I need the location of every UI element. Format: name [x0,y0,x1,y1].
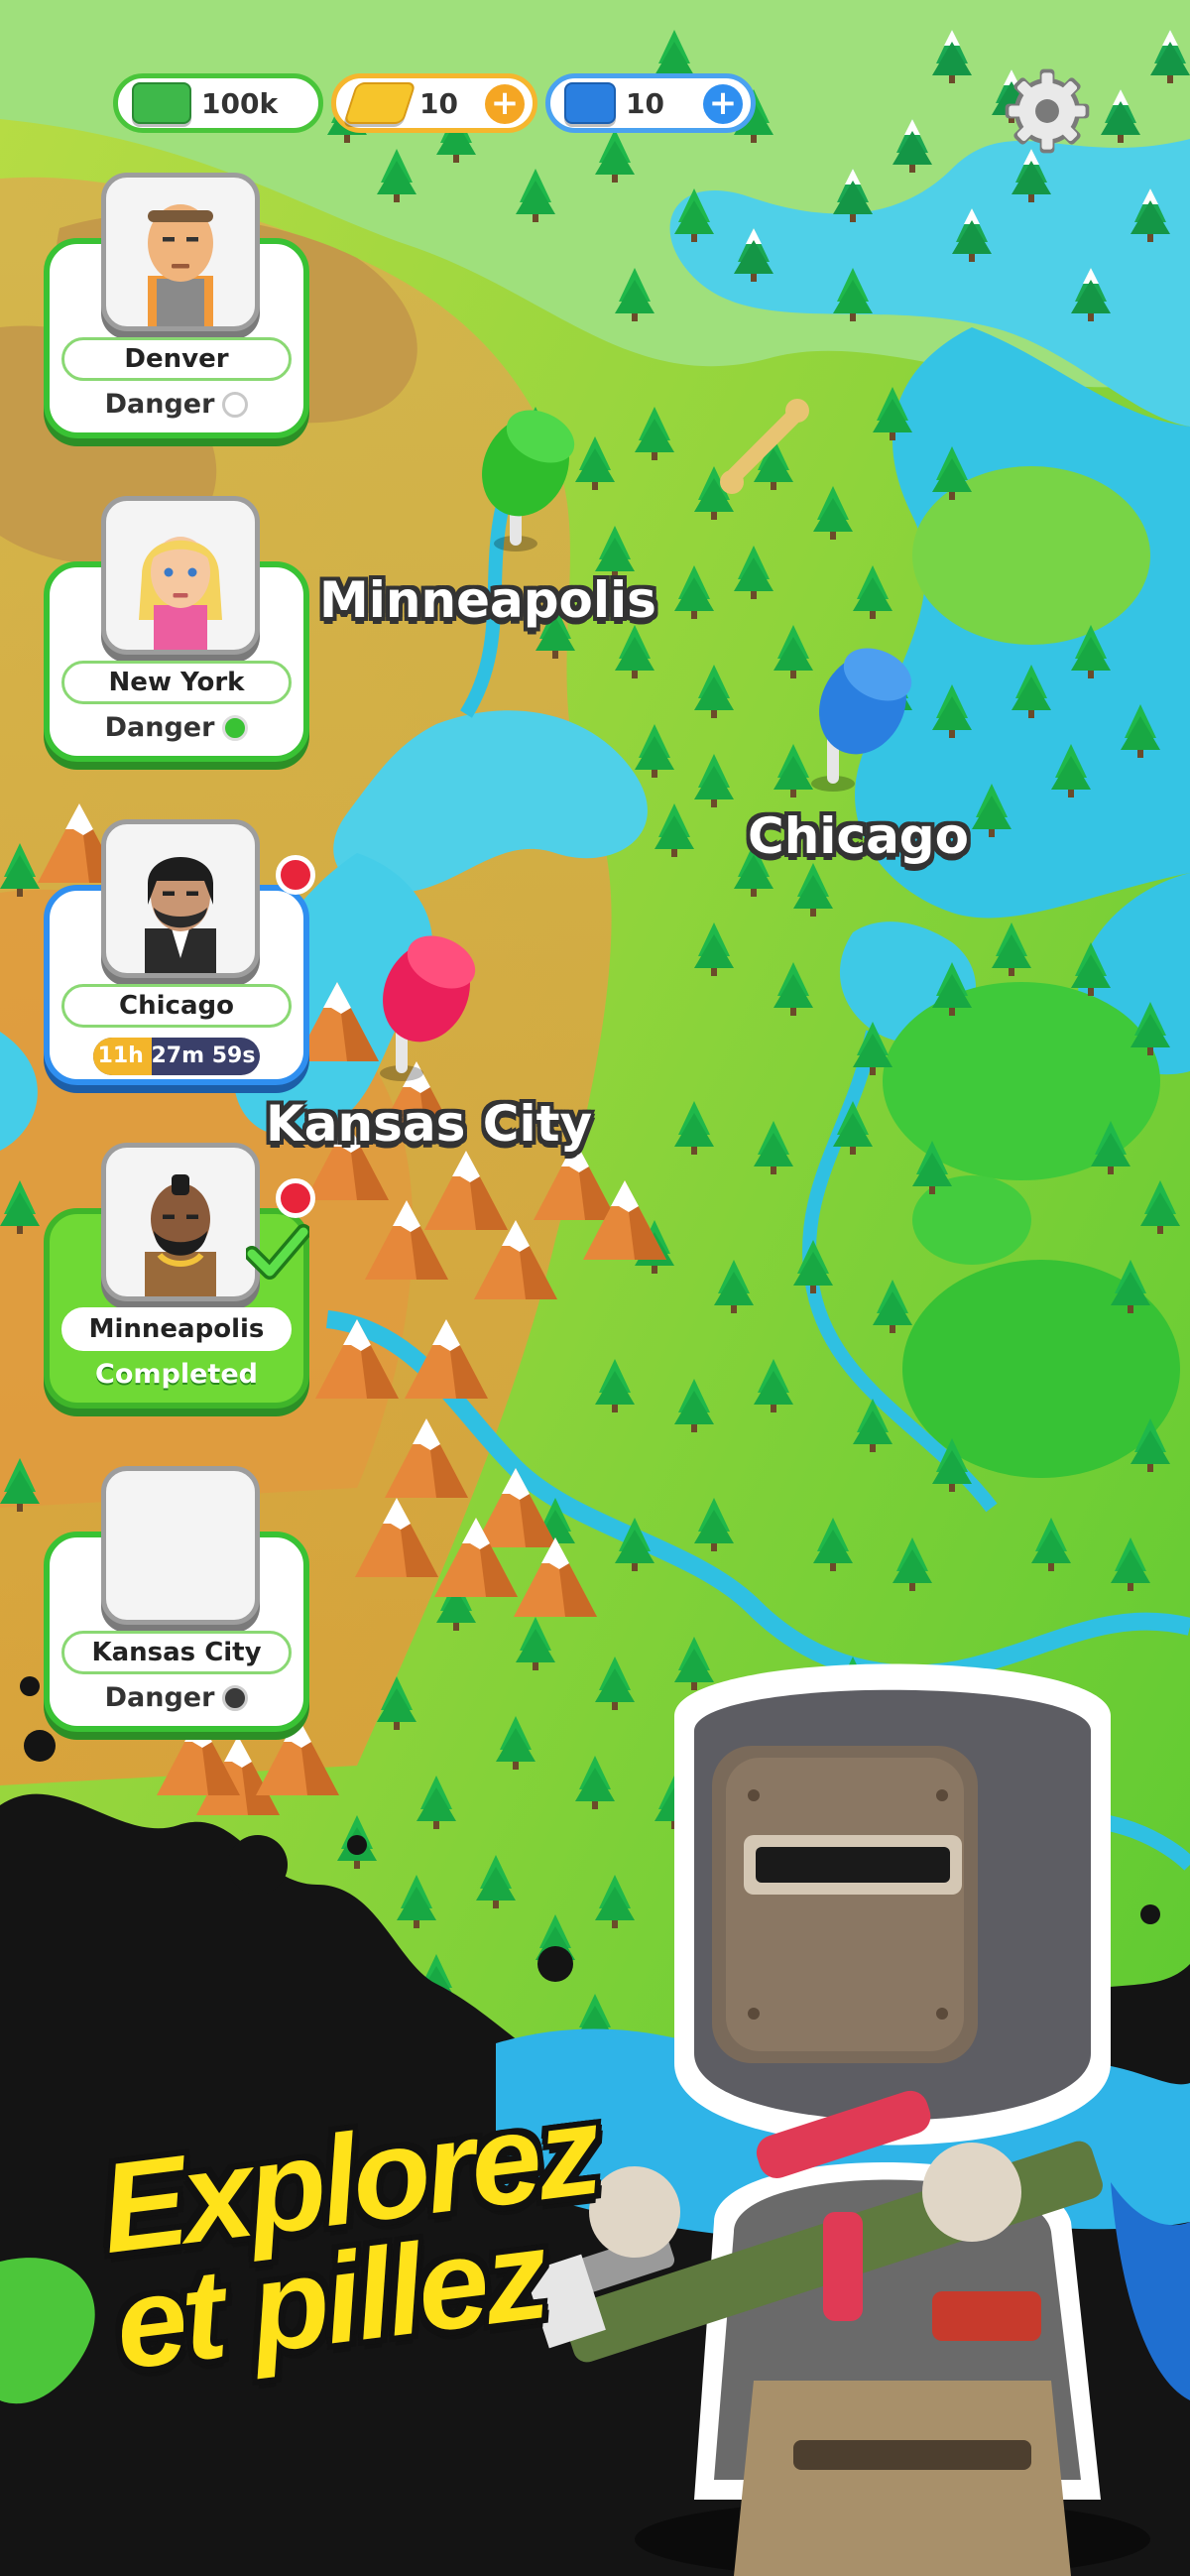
city-name: Denver [61,337,292,381]
gold-value: 10 [419,86,458,120]
status-text: Danger [104,389,215,420]
ticket-counter: 10 + [545,73,756,133]
status-row: Danger [50,1676,303,1720]
notification-badge [276,1178,315,1218]
ticket-icon [564,82,616,124]
notification-badge [276,855,315,895]
add-gold-button[interactable]: + [485,84,525,124]
map-label-minneapolis[interactable]: Minneapolis [319,571,656,629]
avatar [101,819,260,978]
gear-icon[interactable] [1002,65,1093,157]
avatar [101,173,260,331]
raid-timer: 11h 27m 59s [93,1038,260,1075]
status-text: Danger [104,1682,215,1713]
add-ticket-button[interactable]: + [703,84,743,124]
ticket-value: 10 [626,86,664,120]
danger-indicator-empty [222,392,249,418]
avatar [101,496,260,655]
city-card-denver[interactable]: Denver Danger [44,173,309,438]
city-name: Chicago [61,984,292,1028]
timer-text: 11h 27m 59s [97,1043,256,1068]
city-card-kansas-city[interactable]: Kansas City Danger [44,1466,309,1732]
avatar-empty [101,1466,260,1625]
city-card-new-york[interactable]: New York Danger [44,496,309,762]
promo-title: Explorez et pillez [93,2079,618,2396]
avatar [101,1143,260,1301]
status-row: Danger [50,706,303,750]
gold-bar-icon [343,82,416,124]
gold-counter: 10 + [331,73,537,133]
danger-indicator-dark [222,1685,249,1711]
cash-counter: 100k [113,73,323,133]
checkmark-icon [246,1224,309,1280]
status-text: Danger [104,712,215,743]
map-label-chicago[interactable]: Chicago [748,807,969,865]
danger-indicator-green [222,715,249,741]
city-card-chicago[interactable]: Chicago 11h 27m 59s [44,819,315,1085]
status-row: Danger [50,383,303,427]
cash-value: 100k [201,86,279,120]
status-completed: Completed [95,1359,258,1390]
city-card-minneapolis[interactable]: Minneapolis Completed [44,1143,315,1409]
map-label-kansas-city[interactable]: Kansas City [266,1095,592,1153]
city-name: Kansas City [61,1631,292,1674]
city-name: Minneapolis [61,1307,292,1351]
cash-icon [132,82,191,124]
city-name: New York [61,661,292,704]
